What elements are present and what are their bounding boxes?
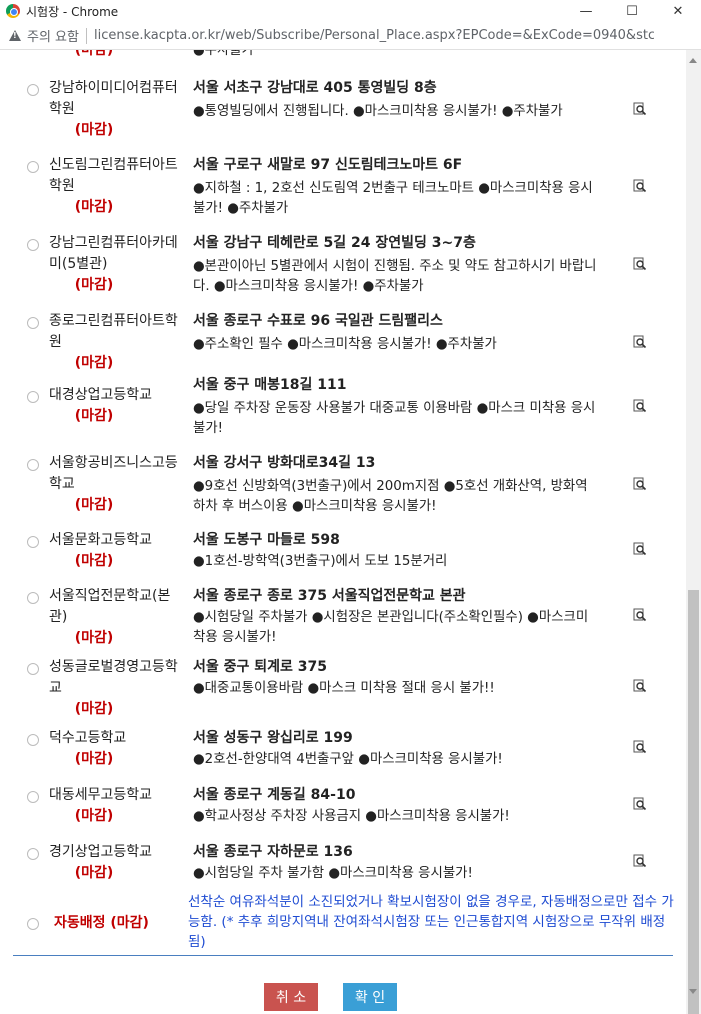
place-status: (마감) (74, 630, 114, 646)
place-notes: ●시험당일 주차 불가함 ●마스크미착용 응시불가! (193, 866, 473, 881)
place-address: 서울 구로구 새말로 97 신도림테크노마트 6F (193, 157, 463, 173)
place-name: 종로그린컴퓨터아트학원 (마감) (49, 311, 179, 374)
place-status: (마감) (74, 553, 114, 569)
place-address: 서울 중구 퇴계로 375 (193, 659, 328, 675)
map-search-icon[interactable] (633, 542, 647, 556)
place-notes: ●주차불가 (193, 50, 254, 58)
place-radio[interactable] (27, 791, 39, 803)
map-search-icon[interactable] (633, 679, 647, 693)
window-title: 시험장 - Chrome (26, 4, 119, 19)
place-status: (마감) (74, 497, 114, 513)
place-notes: ●당일 주차장 운동장 사용불가 대중교통 이용바람 ●마스크 미착용 응시불가… (193, 401, 596, 436)
scroll-thumb[interactable] (688, 590, 699, 1014)
place-name: 덕수고등학교 (마감) (49, 728, 179, 770)
map-search-icon[interactable] (633, 740, 647, 754)
place-name: 신도림그린컴퓨터아트학원 (마감) (49, 155, 179, 218)
place-radio[interactable] (27, 592, 39, 604)
place-address: 서울 종로구 계동길 84-10 (193, 787, 356, 803)
maximize-button[interactable]: ☐ (609, 0, 655, 22)
title-bar: 시험장 - Chrome — ☐ ✕ (0, 0, 701, 22)
vertical-scrollbar[interactable] (686, 50, 701, 1014)
place-status: (마감) (74, 751, 114, 767)
place-radio[interactable] (27, 848, 39, 860)
place-notes: ●대중교통이용바람 ●마스크 미착용 절대 응시 불가!! (193, 681, 495, 696)
place-notes: ●9호선 신방화역(3번출구)에서 200m지점 ●5호선 개화산역, 방화역 … (193, 479, 588, 514)
place-name: 대경상업고등학교 (마감) (49, 385, 179, 427)
place-status: (마감) (74, 701, 114, 717)
ok-button[interactable]: 확 인 (343, 983, 397, 1011)
place-name: 서울항공비즈니스고등학교 (마감) (49, 453, 179, 516)
place-notes: ●학교사정상 주차장 사용금지 ●마스크미착용 응시불가! (193, 809, 510, 824)
place-status: (마감) (74, 808, 114, 824)
place-status: (마감) (74, 408, 114, 424)
auto-assign-notes: 선착순 여유좌석분이 소진되었거나 확보시험장이 없을 경우로, 자동배정으로만… (188, 894, 674, 950)
place-radio[interactable] (27, 239, 39, 251)
chrome-logo-icon (6, 4, 20, 18)
map-search-icon[interactable] (633, 179, 647, 193)
place-notes: ●지하철 : 1, 2호선 신도림역 2번출구 테크노마트 ●마스크미착용 응시… (193, 181, 593, 216)
place-radio[interactable] (27, 663, 39, 675)
place-address: 서울 성동구 왕십리로 199 (193, 730, 353, 746)
place-radio[interactable] (27, 161, 39, 173)
map-search-icon[interactable] (633, 608, 647, 622)
map-search-icon[interactable] (633, 477, 647, 491)
auto-assign-radio[interactable] (27, 918, 39, 930)
place-notes: ●1호선-방학역(3번출구)에서 도보 15분거리 (193, 554, 448, 569)
place-address: 서울 강남구 테헤란로 5길 24 장연빌딩 3~7층 (193, 235, 476, 251)
place-address: 서울 종로구 수표로 96 국일관 드림팰리스 (193, 313, 443, 329)
place-notes: ●통영빌딩에서 진행됩니다. ●마스크미착용 응시불가! ●주차불가 (193, 104, 563, 119)
place-name: 강남하이미디어컴퓨터학원 (마감) (49, 78, 179, 141)
map-search-icon[interactable] (633, 335, 647, 349)
place-address: 서울 도봉구 마들로 598 (193, 532, 340, 548)
minimize-button[interactable]: — (563, 0, 609, 22)
place-notes: ●시험당일 주차불가 ●시험장은 본관입니다(주소확인필수) ●마스크미착용 응… (193, 610, 589, 645)
auto-assign-label: 자동배정 (마감) (54, 915, 149, 931)
security-label[interactable]: 주의 요함 (27, 26, 79, 45)
place-radio[interactable] (27, 734, 39, 746)
place-status: (마감) (74, 199, 114, 215)
place-notes: ●본관이아닌 5별관에서 시험이 진행됨. 주소 및 약도 참고하시기 바랍니다… (193, 259, 597, 294)
place-list: (마감) ●주차불가 강남하이미디어컴퓨터학원 (마감) 서울 서초구 강남대로… (0, 50, 686, 1014)
place-address: 서울 종로구 자하문로 136 (193, 844, 353, 860)
place-status: (마감) (74, 865, 114, 881)
url-text[interactable]: license.kacpta.or.kr/web/Subscribe/Perso… (94, 28, 654, 43)
place-address: 서울 종로구 종로 375 서울직업전문학교 본관 (193, 588, 466, 604)
place-radio[interactable] (27, 391, 39, 403)
place-address: 서울 중구 매봉18길 111 (193, 377, 347, 393)
scroll-down-icon[interactable] (689, 989, 697, 994)
place-status: (마감) (74, 355, 114, 371)
map-search-icon[interactable] (633, 102, 647, 116)
place-notes: ●주소확인 필수 ●마스크미착용 응시불가! ●주차불가 (193, 337, 497, 352)
place-name: 서울직업전문학교(본관) (마감) (49, 586, 179, 649)
window-controls: — ☐ ✕ (563, 0, 701, 22)
place-radio[interactable] (27, 459, 39, 471)
place-status: (마감) (74, 50, 114, 58)
close-button[interactable]: ✕ (655, 0, 701, 22)
divider (13, 955, 673, 956)
place-name: 서울문화고등학교 (마감) (49, 530, 179, 572)
place-radio[interactable] (27, 317, 39, 329)
place-notes: ●2호선-한양대역 4번출구앞 ●마스크미착용 응시불가! (193, 752, 503, 767)
place-name: 성동글로벌경영고등학교 (마감) (49, 657, 179, 720)
place-address: 서울 서초구 강남대로 405 통영빌딩 8층 (193, 80, 437, 96)
map-search-icon[interactable] (633, 854, 647, 868)
scroll-up-icon[interactable] (689, 58, 697, 63)
place-name: 경기상업고등학교 (마감) (49, 842, 179, 884)
place-address: 서울 강서구 방화대로34길 13 (193, 455, 376, 471)
address-bar[interactable]: 주의 요함 license.kacpta.or.kr/web/Subscribe… (0, 22, 701, 50)
place-radio[interactable] (27, 536, 39, 548)
warning-icon[interactable] (9, 30, 21, 41)
cancel-button[interactable]: 취 소 (264, 983, 318, 1011)
map-search-icon[interactable] (633, 257, 647, 271)
place-status: (마감) (74, 277, 114, 293)
place-radio[interactable] (27, 84, 39, 96)
place-status: (마감) (74, 122, 114, 138)
map-search-icon[interactable] (633, 399, 647, 413)
place-name: 대동세무고등학교 (마감) (49, 785, 179, 827)
map-search-icon[interactable] (633, 797, 647, 811)
address-separator (85, 27, 87, 44)
place-name: 강남그린컴퓨터아카데미(5별관) (마감) (49, 233, 179, 296)
